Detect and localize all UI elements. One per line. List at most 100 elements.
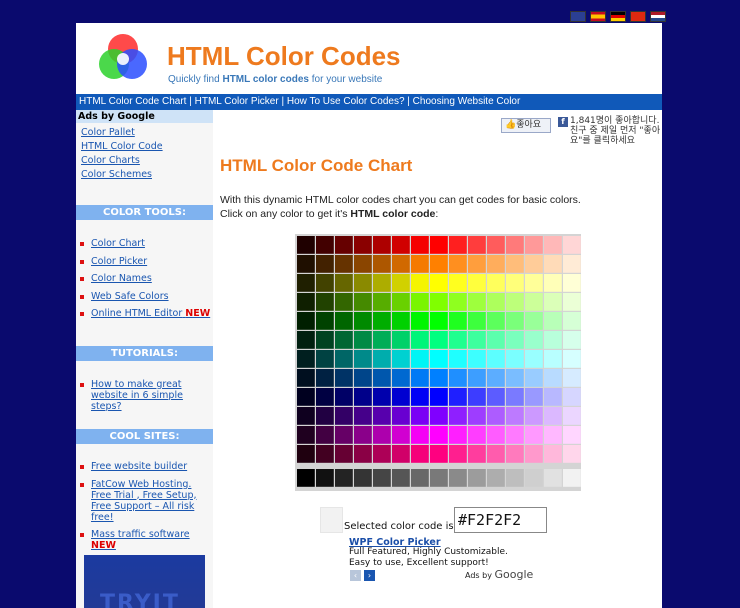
spain-flag-icon[interactable]: [590, 11, 606, 22]
sidebar-item-html-editor[interactable]: Online HTML Editor NEW: [80, 308, 213, 319]
color-swatch[interactable]: [525, 293, 543, 311]
gray-swatch[interactable]: [525, 469, 543, 487]
color-swatch[interactable]: [449, 293, 467, 311]
color-swatch[interactable]: [430, 407, 448, 425]
color-swatch[interactable]: [544, 312, 562, 330]
color-swatch[interactable]: [430, 426, 448, 444]
color-swatch[interactable]: [411, 331, 429, 349]
color-swatch[interactable]: [354, 255, 372, 273]
color-swatch[interactable]: [468, 388, 486, 406]
ad-link-color-charts[interactable]: Color Charts: [81, 154, 213, 168]
color-swatch[interactable]: [468, 445, 486, 463]
color-swatch[interactable]: [525, 445, 543, 463]
color-swatch[interactable]: [297, 274, 315, 292]
color-swatch[interactable]: [354, 293, 372, 311]
color-swatch[interactable]: [335, 255, 353, 273]
color-swatch[interactable]: [297, 369, 315, 387]
color-swatch[interactable]: [373, 331, 391, 349]
color-swatch[interactable]: [544, 350, 562, 368]
color-swatch[interactable]: [487, 274, 505, 292]
color-swatch[interactable]: [392, 293, 410, 311]
color-swatch[interactable]: [506, 331, 524, 349]
color-swatch[interactable]: [373, 312, 391, 330]
sidebar-item-fatcow[interactable]: FatCow Web Hosting. Free Trial , Free Se…: [80, 479, 213, 523]
color-swatch[interactable]: [354, 445, 372, 463]
color-swatch[interactable]: [354, 236, 372, 254]
color-swatch[interactable]: [506, 388, 524, 406]
color-swatch[interactable]: [468, 350, 486, 368]
color-swatch[interactable]: [297, 236, 315, 254]
color-swatch[interactable]: [544, 255, 562, 273]
color-swatch[interactable]: [335, 350, 353, 368]
color-swatch[interactable]: [335, 369, 353, 387]
gray-swatch[interactable]: [335, 469, 353, 487]
color-swatch[interactable]: [506, 312, 524, 330]
color-swatch[interactable]: [316, 369, 334, 387]
color-swatch[interactable]: [487, 407, 505, 425]
uk-flag-icon[interactable]: [570, 11, 586, 22]
color-swatch[interactable]: [316, 407, 334, 425]
color-swatch[interactable]: [563, 236, 581, 254]
color-swatch[interactable]: [392, 369, 410, 387]
color-swatch[interactable]: [392, 236, 410, 254]
china-flag-icon[interactable]: [630, 11, 646, 22]
color-swatch[interactable]: [563, 312, 581, 330]
nav-choosing-color[interactable]: Choosing Website Color: [413, 96, 521, 107]
color-swatch[interactable]: [411, 426, 429, 444]
color-swatch[interactable]: [525, 255, 543, 273]
color-swatch[interactable]: [430, 274, 448, 292]
color-swatch[interactable]: [544, 369, 562, 387]
color-swatch[interactable]: [487, 426, 505, 444]
color-swatch[interactable]: [525, 350, 543, 368]
sidebar-item-website-builder[interactable]: Free website builder: [80, 461, 213, 472]
color-swatch[interactable]: [335, 312, 353, 330]
rgb-logo-icon[interactable]: [96, 31, 150, 85]
gray-swatch[interactable]: [316, 469, 334, 487]
color-swatch[interactable]: [392, 445, 410, 463]
color-swatch[interactable]: [487, 236, 505, 254]
color-swatch[interactable]: [430, 369, 448, 387]
color-swatch[interactable]: [411, 312, 429, 330]
gray-swatch[interactable]: [373, 469, 391, 487]
color-swatch[interactable]: [373, 445, 391, 463]
color-swatch[interactable]: [430, 255, 448, 273]
color-swatch[interactable]: [354, 407, 372, 425]
color-swatch[interactable]: [354, 331, 372, 349]
color-swatch[interactable]: [411, 274, 429, 292]
color-swatch[interactable]: [487, 388, 505, 406]
color-swatch[interactable]: [373, 236, 391, 254]
site-title[interactable]: HTML Color Codes: [167, 41, 401, 72]
color-swatch[interactable]: [468, 426, 486, 444]
gray-swatch[interactable]: [487, 469, 505, 487]
gray-swatch[interactable]: [468, 469, 486, 487]
color-swatch[interactable]: [354, 274, 372, 292]
color-swatch[interactable]: [487, 312, 505, 330]
color-swatch[interactable]: [449, 407, 467, 425]
color-swatch[interactable]: [563, 331, 581, 349]
color-swatch[interactable]: [335, 445, 353, 463]
color-swatch[interactable]: [487, 369, 505, 387]
color-swatch[interactable]: [335, 407, 353, 425]
color-swatch[interactable]: [544, 445, 562, 463]
color-swatch[interactable]: [373, 293, 391, 311]
color-swatch[interactable]: [430, 312, 448, 330]
color-swatch[interactable]: [563, 274, 581, 292]
color-swatch[interactable]: [411, 388, 429, 406]
color-swatch[interactable]: [563, 388, 581, 406]
color-swatch[interactable]: [449, 236, 467, 254]
color-swatch[interactable]: [563, 369, 581, 387]
color-swatch[interactable]: [468, 369, 486, 387]
sidebar-item-color-chart[interactable]: Color Chart: [80, 238, 213, 249]
color-swatch[interactable]: [335, 236, 353, 254]
netherlands-flag-icon[interactable]: [650, 11, 666, 22]
color-swatch[interactable]: [487, 255, 505, 273]
ad-link-color-pallet[interactable]: Color Pallet: [81, 126, 213, 140]
color-swatch[interactable]: [392, 350, 410, 368]
color-swatch[interactable]: [544, 407, 562, 425]
gray-swatch[interactable]: [297, 469, 315, 487]
color-swatch[interactable]: [411, 236, 429, 254]
sidebar-item-mass-traffic[interactable]: Mass traffic software NEW: [80, 529, 213, 551]
ads-by-google[interactable]: Ads by Google: [465, 568, 533, 581]
color-swatch[interactable]: [487, 293, 505, 311]
color-swatch[interactable]: [373, 407, 391, 425]
